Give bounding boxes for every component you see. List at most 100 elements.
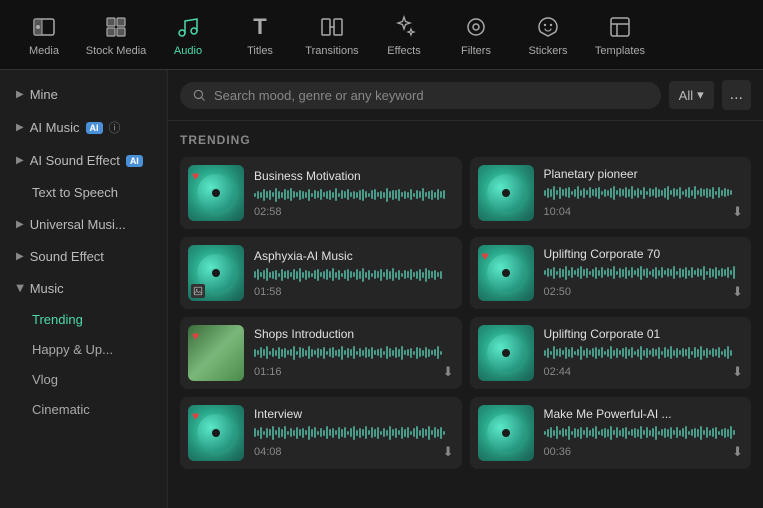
heart-icon-5: ♥ <box>192 329 199 343</box>
music-meta-5: 01:16 ⬇ <box>254 364 454 380</box>
sub-label-happy: Happy & Up... <box>32 342 113 357</box>
music-meta: 02:58 <box>254 206 454 218</box>
filter-label: All <box>679 88 693 103</box>
sidebar-item-sound-effect[interactable]: ▶ Sound Effect <box>4 241 163 272</box>
music-title: Business Motivation <box>254 169 454 183</box>
music-duration-8: 00:36 <box>544 446 572 458</box>
sub-label-cinematic: Cinematic <box>32 402 90 417</box>
sidebar-item-text-to-speech[interactable]: Text to Speech <box>4 177 163 208</box>
ai-badge-sound: AI <box>126 155 143 167</box>
nav-item-templates[interactable]: Templates <box>584 5 656 65</box>
nav-item-stock-media[interactable]: Stock Media <box>80 5 152 65</box>
music-duration-6: 02:44 <box>544 366 572 378</box>
chevron-right-icon: ▶ <box>16 89 24 100</box>
waveform-8 <box>544 425 744 441</box>
top-navigation: Media Stock Media Audio T Titles <box>0 0 763 70</box>
music-title-7: Interview <box>254 407 454 421</box>
sidebar-label-text-to-speech: Text to Speech <box>16 185 118 200</box>
search-input-wrapper[interactable] <box>180 82 661 109</box>
nav-item-filters[interactable]: Filters <box>440 5 512 65</box>
waveform-4 <box>544 265 744 281</box>
trending-content: TRENDING ♥ Business Motivation 02:5 <box>168 121 763 508</box>
download-icon-6[interactable]: ⬇ <box>732 364 743 380</box>
nav-item-transitions[interactable]: Transitions <box>296 5 368 65</box>
nav-label-effects: Effects <box>387 45 420 57</box>
music-duration-2: 10:04 <box>544 206 572 218</box>
sidebar-sub-item-vlog[interactable]: Vlog <box>4 365 163 394</box>
download-icon[interactable]: ⬇ <box>732 204 743 220</box>
titles-icon: T <box>246 13 274 41</box>
music-card-planetary-pioneer[interactable]: Planetary pioneer 10:04 ⬇ <box>470 157 752 229</box>
music-info-planetary: Planetary pioneer 10:04 ⬇ <box>544 167 744 220</box>
sidebar-label-universal-music: Universal Musi... <box>30 217 126 232</box>
music-info-make-me-powerful: Make Me Powerful-AI ... 00:36 ⬇ <box>544 407 744 460</box>
sidebar-item-ai-music[interactable]: ▶ AI Music AI ⓘ <box>4 111 163 144</box>
nav-item-audio[interactable]: Audio <box>152 5 224 65</box>
music-meta-4: 02:50 ⬇ <box>544 284 744 300</box>
sidebar-sub-item-cinematic[interactable]: Cinematic <box>4 395 163 424</box>
nav-item-stickers[interactable]: Stickers <box>512 5 584 65</box>
thumbnail-make-me-powerful <box>478 405 534 461</box>
music-card-asphyxia[interactable]: Asphyxia-AI Music 01:58 <box>180 237 462 309</box>
sidebar-item-universal-music[interactable]: ▶ Universal Musi... <box>4 209 163 240</box>
thumbnail-uplifting-70: ♥ <box>478 245 534 301</box>
ai-badge-music: AI <box>86 122 103 134</box>
music-card-interview[interactable]: ♥ Interview 04:08 ⬇ <box>180 397 462 469</box>
audio-icon <box>174 13 202 41</box>
sub-label-vlog: Vlog <box>32 372 58 387</box>
sidebar-item-mine[interactable]: ▶ Mine <box>4 79 163 110</box>
heart-icon: ♥ <box>192 169 199 183</box>
music-disc-4 <box>487 254 525 292</box>
stickers-icon <box>534 13 562 41</box>
stock-media-icon <box>102 13 130 41</box>
filters-icon <box>462 13 490 41</box>
music-info-shops: Shops Introduction 01:16 ⬇ <box>254 327 454 380</box>
sidebar-sub-item-happy[interactable]: Happy & Up... <box>4 335 163 364</box>
nav-item-titles[interactable]: T Titles <box>224 5 296 65</box>
search-input[interactable] <box>214 88 649 103</box>
music-card-business-motivation[interactable]: ♥ Business Motivation 02:58 <box>180 157 462 229</box>
download-icon-8[interactable]: ⬇ <box>732 444 743 460</box>
sidebar-item-music[interactable]: ▶ Music <box>4 273 163 304</box>
music-title-5: Shops Introduction <box>254 327 454 341</box>
sidebar-item-ai-sound-effect[interactable]: ▶ AI Sound Effect AI <box>4 145 163 176</box>
music-grid: ♥ Business Motivation 02:58 <box>180 157 751 469</box>
thumbnail-uplifting-01 <box>478 325 534 381</box>
download-icon-5[interactable]: ⬇ <box>443 364 454 380</box>
chevron-right-icon-4: ▶ <box>16 219 24 230</box>
waveform-3 <box>254 267 454 283</box>
chevron-down-icon-filter: ▾ <box>697 87 704 103</box>
nav-label-transitions: Transitions <box>305 45 358 57</box>
music-disc-7 <box>197 414 235 452</box>
music-card-make-me-powerful[interactable]: Make Me Powerful-AI ... 00:36 ⬇ <box>470 397 752 469</box>
search-bar: All ▾ ... <box>168 70 763 121</box>
nav-label-media: Media <box>29 45 59 57</box>
music-title-6: Uplifting Corporate 01 <box>544 327 744 341</box>
music-meta-6: 02:44 ⬇ <box>544 364 744 380</box>
music-card-uplifting-01[interactable]: Uplifting Corporate 01 02:44 ⬇ <box>470 317 752 389</box>
music-card-uplifting-70[interactable]: ♥ Uplifting Corporate 70 02:50 ⬇ <box>470 237 752 309</box>
nav-item-effects[interactable]: Effects <box>368 5 440 65</box>
nav-label-audio: Audio <box>174 45 202 57</box>
waveform-5 <box>254 345 454 361</box>
heart-icon-4: ♥ <box>482 249 489 263</box>
nav-label-stickers: Stickers <box>528 45 567 57</box>
filter-button[interactable]: All ▾ <box>669 81 714 109</box>
music-info-uplifting-70: Uplifting Corporate 70 02:50 ⬇ <box>544 247 744 300</box>
nav-item-media[interactable]: Media <box>8 5 80 65</box>
content-area: All ▾ ... TRENDING ♥ Business Motivation <box>168 70 763 508</box>
download-icon-7[interactable]: ⬇ <box>443 444 454 460</box>
heart-icon-7: ♥ <box>192 409 199 423</box>
download-icon-4[interactable]: ⬇ <box>732 284 743 300</box>
sidebar-label-sound-effect: Sound Effect <box>30 249 104 264</box>
chevron-right-icon-2: ▶ <box>16 122 24 133</box>
music-disc-2 <box>487 174 525 212</box>
sidebar-sub-item-trending[interactable]: Trending <box>4 305 163 334</box>
more-options-button[interactable]: ... <box>722 80 751 110</box>
music-card-shops[interactable]: ♥ Shops Introduction 01:16 ⬇ <box>180 317 462 389</box>
effects-icon <box>390 13 418 41</box>
nav-label-titles: Titles <box>247 45 273 57</box>
music-title-2: Planetary pioneer <box>544 167 744 181</box>
music-meta-2: 10:04 ⬇ <box>544 204 744 220</box>
nav-label-templates: Templates <box>595 45 645 57</box>
